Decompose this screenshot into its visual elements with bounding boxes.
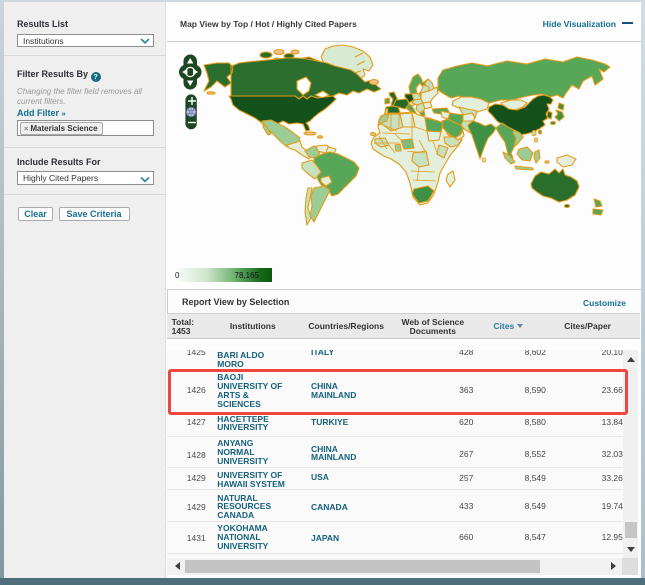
svg-text:0: 0 — [175, 271, 180, 280]
svg-text:78,165: 78,165 — [235, 271, 260, 280]
